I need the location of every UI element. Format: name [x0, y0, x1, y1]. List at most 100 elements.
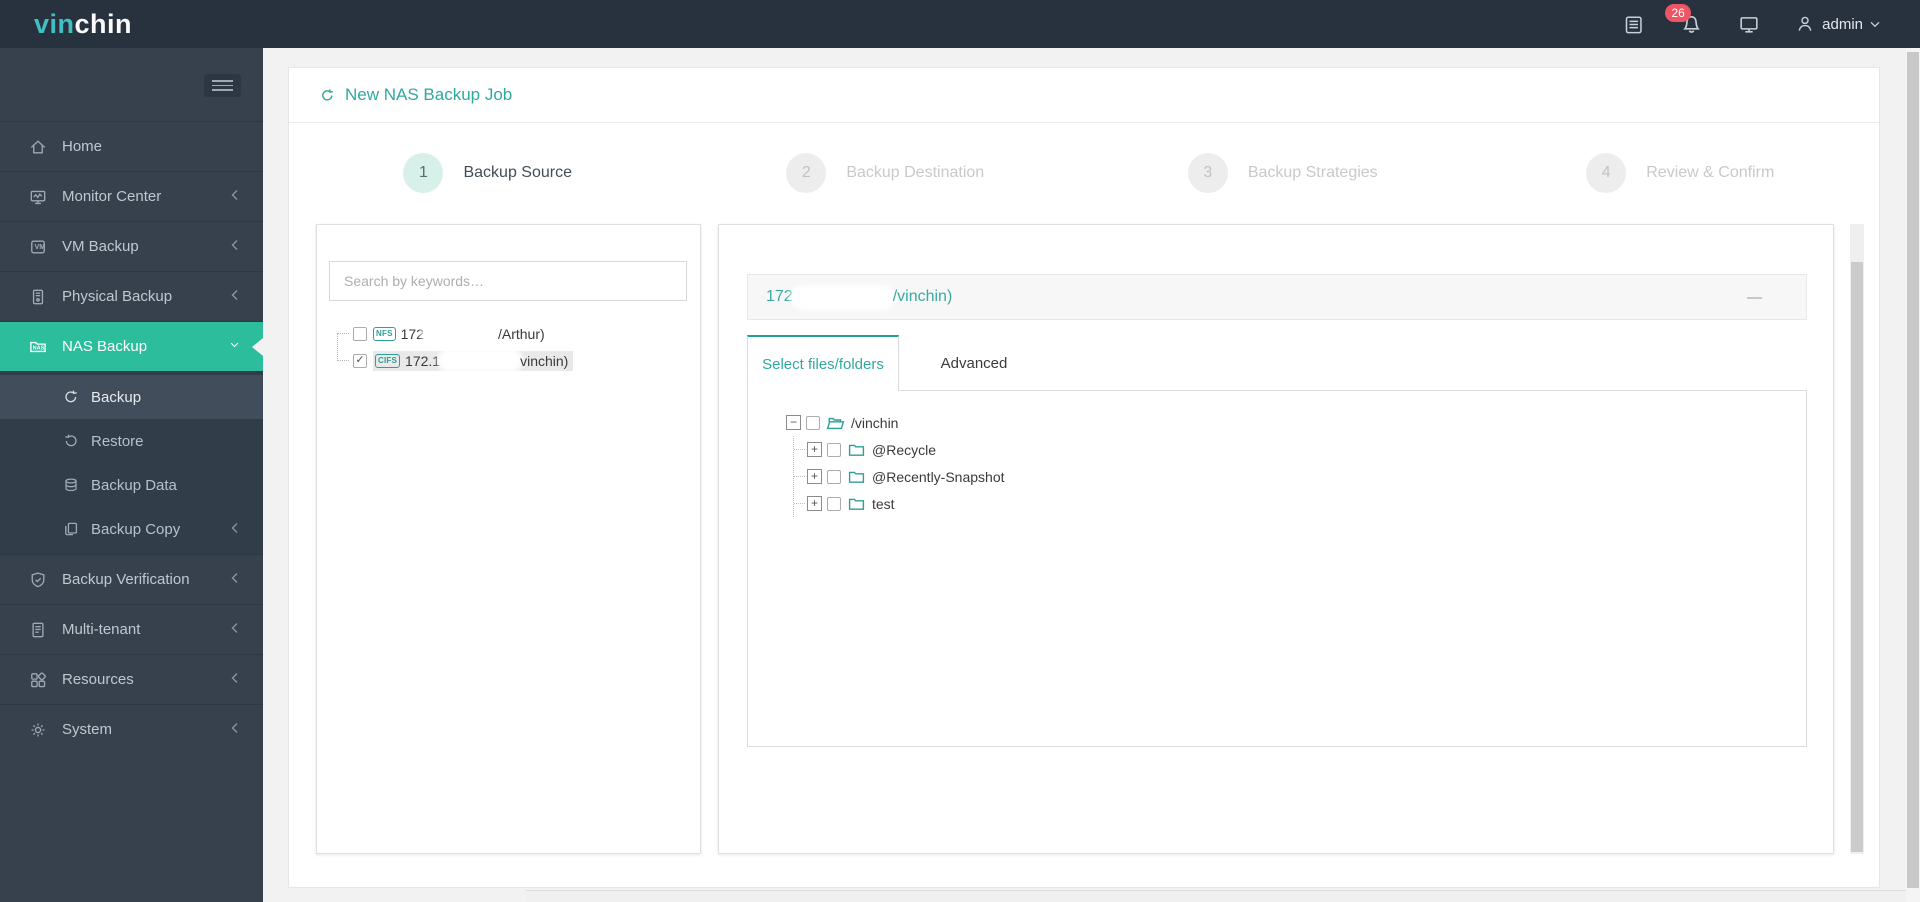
document-icon — [28, 620, 48, 640]
open-folder-icon — [826, 415, 845, 431]
expand-toggle[interactable]: + — [807, 469, 822, 484]
chevron-left-icon — [230, 521, 239, 538]
folder-icon — [847, 496, 866, 512]
main-content: New NAS Backup Job 1 Backup Source 2 Bac… — [263, 48, 1920, 902]
cifs-protocol-icon: CIFS — [375, 353, 401, 368]
sidebar-item-nas-backup[interactable]: NAS NAS Backup — [0, 321, 263, 371]
sidebar-collapse-button[interactable] — [204, 74, 241, 97]
submenu-item-label: Restore — [91, 432, 144, 450]
step-number: 2 — [786, 153, 827, 193]
chevron-left-icon — [230, 188, 239, 205]
user-icon — [1798, 16, 1812, 31]
folder-checkbox-unchecked[interactable] — [827, 496, 841, 511]
folder-checkbox-unchecked[interactable] — [806, 415, 820, 430]
sidebar-item-label: Physical Backup — [62, 288, 173, 305]
sidebar-item-system[interactable]: System — [0, 704, 263, 754]
file-tree-row-recycle[interactable]: + @Recycle — [794, 436, 1806, 463]
chevron-left-icon — [230, 238, 239, 255]
folder-checkbox-unchecked[interactable] — [827, 469, 841, 484]
username-label: admin — [1822, 15, 1863, 33]
page-scrollbar[interactable] — [1906, 48, 1920, 902]
submenu-item-backup-copy[interactable]: Backup Copy — [0, 507, 263, 551]
folder-checkbox-unchecked[interactable] — [827, 442, 841, 457]
storage-checkbox-unchecked[interactable] — [353, 326, 367, 341]
minimize-button[interactable]: — — [1747, 289, 1762, 306]
step-review-confirm: 4 Review & Confirm — [1482, 153, 1880, 193]
folder-icon — [847, 469, 866, 485]
storage-list-panel: NFS 172 /Arthur) ✓ CIFS 172.1 vinchin) — [316, 224, 701, 854]
chevron-left-icon — [230, 288, 239, 305]
storage-row-cifs[interactable]: ✓ CIFS 172.1 vinchin) — [337, 347, 574, 374]
expand-toggle[interactable]: + — [807, 442, 822, 457]
horizontal-scrollbar[interactable] — [526, 890, 1920, 902]
file-tree-root-row[interactable]: − /vinchin — [786, 409, 1806, 436]
step-label: Backup Source — [463, 164, 572, 181]
expand-toggle[interactable]: + — [807, 496, 822, 511]
folder-label: @Recycle — [872, 441, 937, 458]
sidebar-item-vm-backup[interactable]: VM VM Backup — [0, 221, 263, 271]
share-title-end: /vinchin) — [892, 288, 953, 305]
file-tree-box: − /vinchin + @Recycle + @Recently-Snapsh… — [747, 390, 1807, 747]
submenu-item-label: Backup — [91, 388, 142, 406]
vinchin-app: vinchin 26 admin Home Monitor Center VM … — [0, 0, 1920, 902]
submenu-item-backup[interactable]: Backup — [0, 375, 263, 419]
console-monitor-icon[interactable] — [1737, 12, 1761, 36]
logo-text-primary: vin — [34, 9, 75, 39]
content-scrollbar[interactable] — [1850, 224, 1864, 854]
storage-row-nfs[interactable]: NFS 172 /Arthur) — [337, 320, 573, 347]
storage-tree: NFS 172 /Arthur) ✓ CIFS 172.1 vinchin) — [337, 320, 574, 374]
sidebar-item-multi-tenant[interactable]: Multi-tenant — [0, 604, 263, 654]
search-input[interactable] — [329, 261, 687, 301]
logo-text-secondary: chin — [74, 9, 133, 39]
sidebar-item-physical-backup[interactable]: Physical Backup — [0, 271, 263, 321]
svg-text:NAS: NAS — [33, 345, 45, 351]
page-title: New NAS Backup Job — [345, 85, 513, 104]
sidebar-item-label: Home — [62, 138, 103, 155]
storage-name-start: 172 — [400, 325, 424, 342]
sidebar-item-label: Multi-tenant — [62, 621, 141, 638]
step-number: 3 — [1187, 153, 1228, 193]
user-menu[interactable]: admin — [1795, 14, 1880, 34]
step-label: Backup Destination — [846, 164, 985, 181]
chevron-left-icon — [230, 621, 239, 638]
storage-name-end: vinchin) — [520, 352, 569, 369]
collapse-toggle[interactable]: − — [786, 415, 801, 430]
sidebar-item-monitor-center[interactable]: Monitor Center — [0, 171, 263, 221]
redacted-ip — [442, 353, 519, 368]
sidebar-item-backup-verification[interactable]: Backup Verification — [0, 554, 263, 604]
folder-label: test — [872, 495, 895, 512]
file-tree-row-recently-snapshot[interactable]: + @Recently-Snapshot — [794, 463, 1806, 490]
redacted-ip — [794, 289, 891, 305]
report-list-icon[interactable] — [1621, 12, 1645, 36]
refresh-icon — [62, 388, 80, 406]
storage-name-end: /Arthur) — [497, 325, 545, 342]
chevron-left-icon — [230, 571, 239, 588]
file-tree-children: + @Recycle + @Recently-Snapshot + test — [793, 436, 1806, 517]
step-label: Review & Confirm — [1646, 164, 1775, 181]
storage-checkbox-checked[interactable]: ✓ — [353, 353, 367, 368]
page-title-row: New NAS Backup Job — [289, 68, 1879, 123]
tab-select-files-folders[interactable]: Select files/folders — [747, 335, 899, 391]
sidebar-item-label: Backup Verification — [62, 571, 190, 588]
sidebar-item-resources[interactable]: Resources — [0, 654, 263, 704]
file-tree-row-test[interactable]: + test — [794, 490, 1806, 517]
nfs-protocol-icon: NFS — [373, 326, 396, 341]
folder-icon — [847, 442, 866, 458]
restore-icon — [62, 432, 80, 450]
refresh-icon — [322, 88, 334, 101]
sidebar-item-home[interactable]: Home — [0, 121, 263, 171]
share-header: 172 /vinchin) — — [747, 274, 1807, 320]
tab-advanced[interactable]: Advanced — [899, 335, 1049, 391]
notification-badge: 26 — [1665, 4, 1692, 22]
nas-backup-icon: NAS — [28, 337, 48, 357]
scrollbar-thumb[interactable] — [1851, 262, 1863, 852]
submenu-item-backup-data[interactable]: Backup Data — [0, 463, 263, 507]
chevron-down-icon — [1870, 21, 1880, 27]
sidebar-item-label: NAS Backup — [62, 338, 148, 355]
detail-tabs: Select files/folders Advanced — [747, 335, 1807, 391]
nas-backup-submenu: Backup Restore Backup Data Backup Copy — [0, 371, 263, 554]
notifications-bell-icon[interactable]: 26 — [1665, 4, 1703, 36]
sidebar: Home Monitor Center VM VM Backup Physica… — [0, 48, 263, 902]
scrollbar-thumb[interactable] — [1907, 52, 1919, 888]
submenu-item-restore[interactable]: Restore — [0, 419, 263, 463]
